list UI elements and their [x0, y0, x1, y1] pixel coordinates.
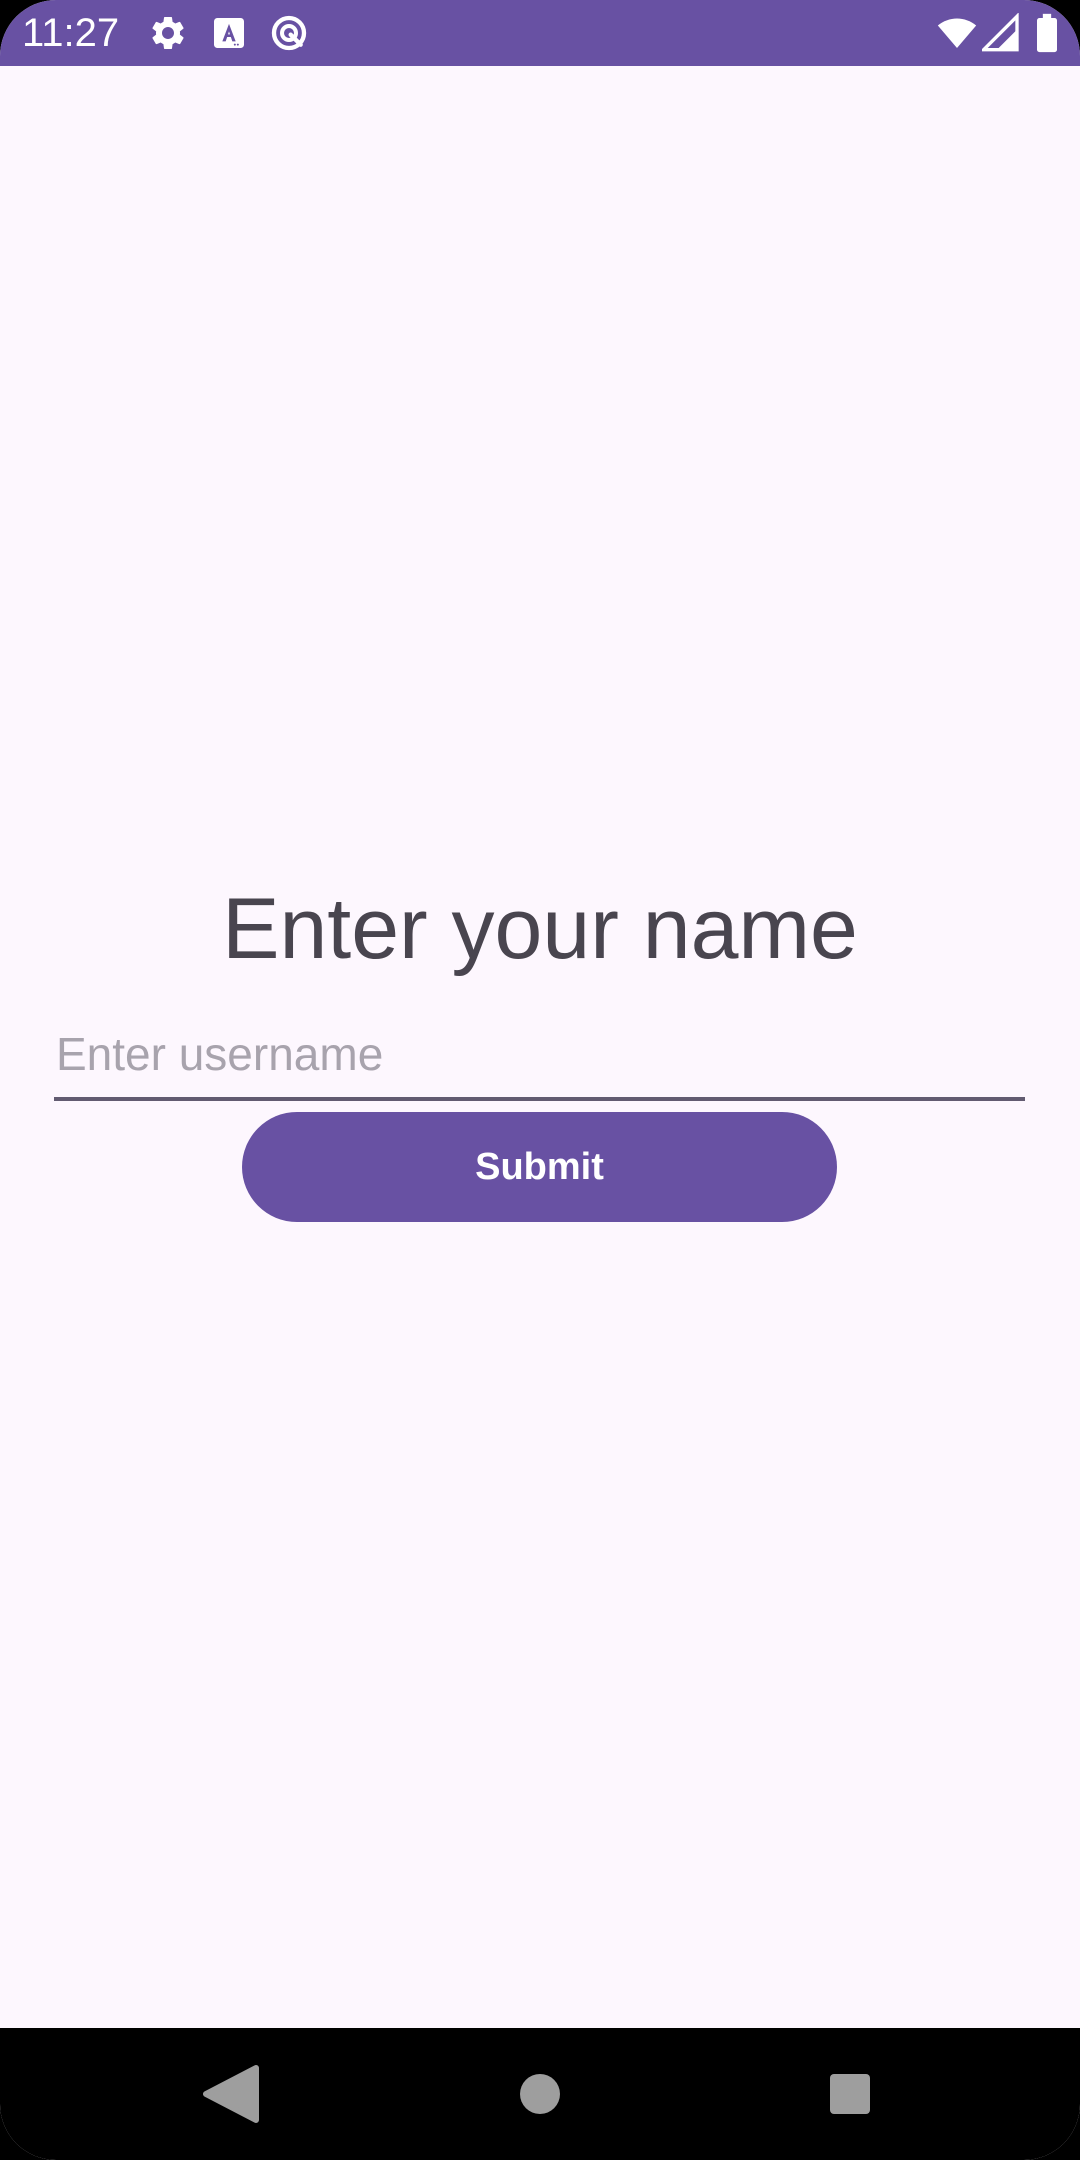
recents-icon[interactable]	[810, 2054, 890, 2134]
navigation-bar	[0, 2028, 1080, 2160]
vpn-ring-icon	[269, 13, 309, 53]
status-time: 11:27	[22, 11, 120, 55]
home-icon[interactable]	[500, 2054, 580, 2134]
main-content: Enter your name Submit	[0, 66, 1080, 2028]
back-icon[interactable]	[190, 2054, 270, 2134]
battery-icon	[1030, 13, 1064, 53]
username-input[interactable]	[54, 1011, 1025, 1101]
cell-signal-icon	[982, 13, 1022, 53]
text-a-icon	[209, 13, 249, 53]
status-bar: 11:27	[0, 0, 1080, 66]
submit-button[interactable]: Submit	[242, 1112, 837, 1222]
wifi-icon	[935, 13, 979, 53]
app-screen: 11:27 Enter your name Enter username Sub…	[0, 0, 1080, 2160]
page-title: Enter your name	[222, 881, 858, 977]
gear-icon	[148, 13, 188, 53]
